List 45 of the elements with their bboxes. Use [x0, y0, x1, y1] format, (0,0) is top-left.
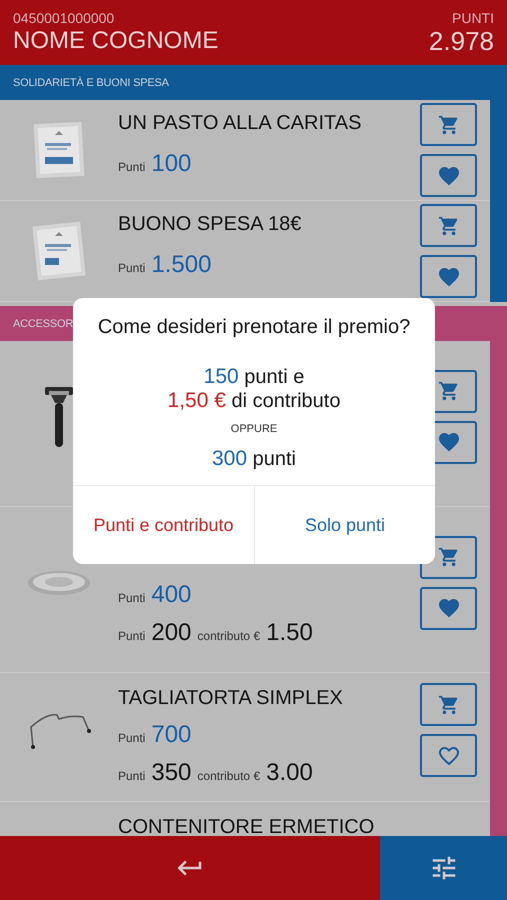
contribution-value: 3.00 — [266, 759, 313, 787]
item-title: CONTENITORE ERMETICO — [118, 815, 376, 836]
points-label: Punti — [118, 769, 146, 783]
points-balance: 2.978 — [428, 26, 494, 56]
cart-icon — [438, 694, 460, 716]
dialog-title: Come desideri prenotare il premio? — [98, 316, 410, 339]
contribution-value: 1.50 — [266, 619, 313, 647]
add-to-cart-button[interactable] — [420, 683, 477, 726]
section-title: ACCESSOR — [13, 318, 74, 330]
cart-icon — [438, 380, 460, 402]
favorite-button[interactable] — [420, 586, 477, 630]
contribution-text: 1,50 € di contributo — [168, 389, 340, 413]
favorite-button[interactable] — [420, 255, 477, 298]
points-value: 700 — [151, 721, 192, 749]
points-value: 1.500 — [151, 251, 212, 279]
points-label: PUNTI — [452, 10, 494, 26]
section-title: SOLIDARIETÀ E BUONI SPESA — [13, 76, 169, 88]
points-value: 100 — [151, 150, 192, 178]
points-label: Punti — [118, 591, 146, 605]
item-title: UN PASTO ALLA CARITAS — [118, 111, 362, 136]
points-label: Punti — [118, 629, 146, 643]
customer-name: NOME COGNOME — [13, 26, 218, 56]
separator-text: OPPURE — [230, 423, 278, 435]
dialog-button[interactable]: Solo punti — [254, 486, 435, 564]
points-value: 350 — [151, 759, 192, 787]
item-title: TAGLIATORTA SIMPLEX — [118, 686, 344, 711]
cart-icon — [438, 214, 460, 236]
item-title: BUONO SPESA 18€ — [118, 212, 302, 237]
points-label: Punti — [118, 261, 146, 275]
points-value: 400 — [151, 581, 192, 609]
favorite-button[interactable] — [420, 734, 477, 777]
contribution-label: contributo € — [197, 629, 260, 643]
points-label: Punti — [118, 731, 146, 745]
contribution-label: contributo € — [197, 769, 260, 783]
cart-icon — [438, 546, 460, 568]
favorite-button[interactable] — [420, 154, 477, 197]
filter-button[interactable] — [380, 836, 507, 900]
add-to-cart-button[interactable] — [420, 103, 477, 146]
points-only-text: 300 punti — [212, 447, 296, 471]
cart-icon — [438, 114, 460, 136]
points-option-text: 150 punti e — [204, 365, 304, 389]
points-value: 200 — [151, 619, 192, 647]
points-label: Punti — [118, 160, 146, 174]
card-number: 0450001000000 — [13, 10, 114, 26]
add-to-cart-button[interactable] — [420, 204, 477, 247]
